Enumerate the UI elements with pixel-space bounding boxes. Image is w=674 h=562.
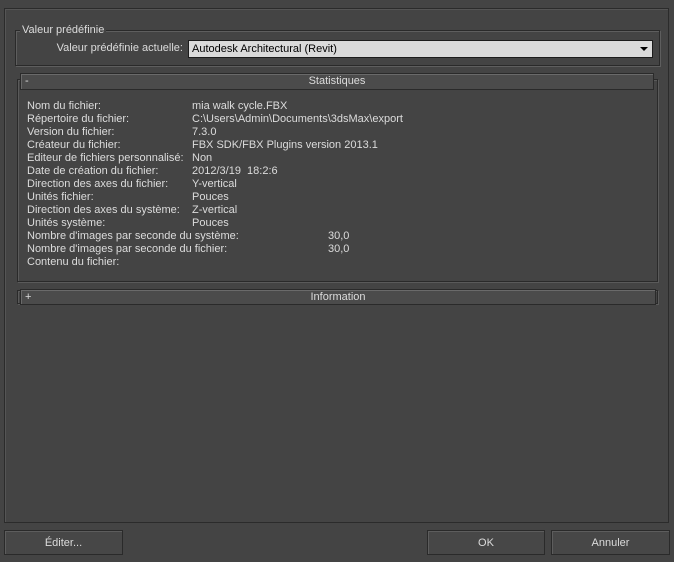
preset-dropdown[interactable]: Autodesk Architectural (Revit) — [188, 40, 653, 58]
stat-label: Contenu du fichier: — [27, 256, 120, 268]
stat-row-file-directory: Répertoire du fichier: C:\Users\Admin\Do… — [27, 113, 647, 126]
stat-label: Editeur de fichiers personnalisé: — [27, 152, 184, 164]
stat-row-file-fps: Nombre d'images par seconde du fichier: … — [27, 243, 647, 256]
cancel-button[interactable]: Annuler — [551, 530, 670, 555]
edit-button[interactable]: Éditer... — [4, 530, 123, 555]
stat-row-file-units: Unités fichier: Pouces — [27, 191, 647, 204]
stat-value: Z-vertical — [192, 204, 238, 216]
stat-value: 30,0 — [328, 243, 350, 255]
stat-value: 30,0 — [328, 230, 350, 242]
stat-row-file-version: Version du fichier: 7.3.0 — [27, 126, 647, 139]
stat-label: Répertoire du fichier: — [27, 113, 130, 125]
stat-row-system-fps: Nombre d'images par seconde du système: … — [27, 230, 647, 243]
statistics-title: Statistiques — [308, 75, 366, 87]
stat-row-creation-date: Date de création du fichier: 2012/3/19 1… — [27, 165, 647, 178]
preset-dropdown-value: Autodesk Architectural (Revit) — [192, 43, 337, 55]
information-rollout-header[interactable]: + Information — [20, 289, 656, 305]
statistics-list: Nom du fichier: mia walk cycle.FBX Réper… — [27, 100, 647, 269]
collapse-toggle-icon[interactable]: - — [25, 74, 29, 89]
stat-value: Pouces — [192, 191, 229, 203]
stat-row-system-axis: Direction des axes du système: Z-vertica… — [27, 204, 647, 217]
stat-label: Date de création du fichier: — [27, 165, 159, 177]
stat-label: Version du fichier: — [27, 126, 115, 138]
stat-label: Unités fichier: — [27, 191, 94, 203]
current-preset-label: Valeur prédéfinie actuelle: — [56, 42, 183, 54]
stat-value: Non — [192, 152, 213, 164]
stat-label: Nombre d'images par seconde du système: — [27, 230, 239, 242]
stat-label: Direction des axes du fichier: — [27, 178, 169, 190]
stat-row-file-creator: Créateur du fichier: FBX SDK/FBX Plugins… — [27, 139, 647, 152]
stat-value: C:\Users\Admin\Documents\3dsMax\export — [192, 113, 403, 125]
stat-value: 7.3.0 — [192, 126, 217, 138]
stat-row-file-contents: Contenu du fichier: — [27, 256, 647, 269]
stat-row-system-units: Unités système: Pouces — [27, 217, 647, 230]
stat-label: Unités système: — [27, 217, 106, 229]
preset-group-title: Valeur prédéfinie — [20, 23, 107, 37]
stat-value: 2012/3/19 18:2:6 — [192, 165, 278, 177]
stat-value: Y-vertical — [192, 178, 237, 190]
ok-button[interactable]: OK — [427, 530, 545, 555]
stat-row-file-name: Nom du fichier: mia walk cycle.FBX — [27, 100, 647, 113]
stat-value: mia walk cycle.FBX — [192, 100, 288, 112]
information-title: Information — [310, 291, 366, 303]
stat-row-custom-editor: Editeur de fichiers personnalisé: Non — [27, 152, 647, 165]
stat-label: Nom du fichier: — [27, 100, 101, 112]
stat-value: FBX SDK/FBX Plugins version 2013.1 — [192, 139, 378, 151]
stat-value: Pouces — [192, 217, 229, 229]
stat-row-file-axis: Direction des axes du fichier: Y-vertica… — [27, 178, 647, 191]
expand-toggle-icon[interactable]: + — [25, 290, 31, 304]
stat-label: Créateur du fichier: — [27, 139, 121, 151]
chevron-down-icon[interactable] — [640, 47, 648, 51]
stat-label: Direction des axes du système: — [27, 204, 180, 216]
stat-label: Nombre d'images par seconde du fichier: — [27, 243, 228, 255]
statistics-rollout-header[interactable]: - Statistiques — [20, 73, 654, 90]
